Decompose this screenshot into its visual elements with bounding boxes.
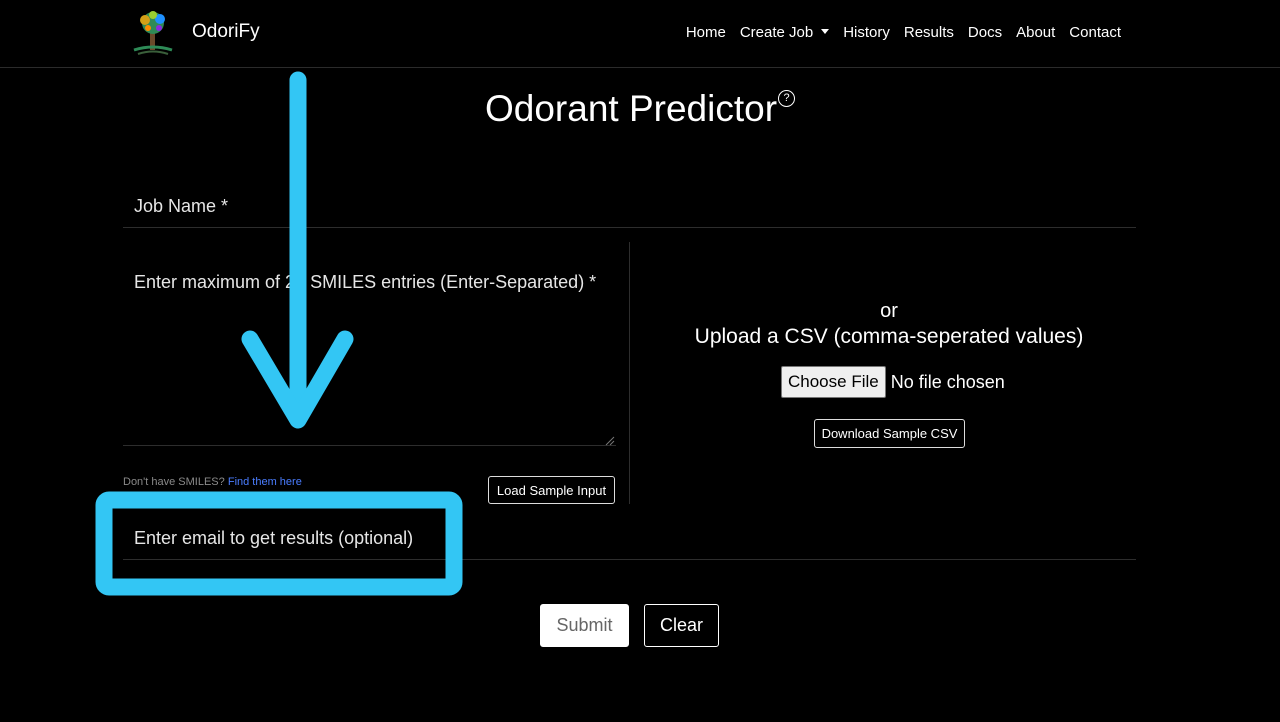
- email-input[interactable]: [123, 518, 1136, 560]
- nav-about[interactable]: About: [1009, 24, 1062, 41]
- smiles-textarea[interactable]: [123, 264, 616, 446]
- load-sample-input-button[interactable]: Load Sample Input: [488, 476, 615, 504]
- page-title-text: Odorant Predictor: [484, 88, 778, 129]
- tree-logo-icon: [133, 11, 173, 55]
- navbar: OdoriFy Home Create Job History Results …: [0, 0, 1280, 68]
- nav-create-job[interactable]: Create Job: [733, 24, 836, 41]
- smiles-helper-text: Don't have SMILES? Find them here: [123, 476, 302, 488]
- nav-contact[interactable]: Contact: [1062, 24, 1128, 41]
- nav-create-job-label: Create Job: [739, 24, 814, 41]
- file-input[interactable]: Choose File No file chosen: [781, 366, 1005, 398]
- nav-docs[interactable]: Docs: [961, 24, 1009, 41]
- page-title: Odorant Predictor?: [0, 88, 1280, 130]
- nav-menu: Home Create Job History Results Docs Abo…: [679, 24, 1128, 41]
- file-status: No file chosen: [890, 371, 1005, 392]
- find-smiles-link[interactable]: Find them here: [228, 476, 302, 488]
- caret-down-icon: [821, 29, 830, 34]
- job-name-input[interactable]: [123, 186, 1136, 228]
- upload-csv-label: Upload a CSV (comma-seperated values): [694, 325, 1084, 348]
- brand[interactable]: OdoriFy: [128, 8, 260, 58]
- submit-button[interactable]: Submit: [540, 604, 629, 647]
- helper-text: Don't have SMILES?: [123, 476, 225, 488]
- download-sample-csv-button[interactable]: Download Sample CSV: [814, 419, 965, 448]
- help-icon[interactable]: ?: [778, 90, 796, 107]
- clear-button[interactable]: Clear: [644, 604, 719, 647]
- column-divider: [629, 242, 630, 504]
- nav-history[interactable]: History: [836, 24, 897, 41]
- choose-file-button[interactable]: Choose File: [781, 366, 886, 398]
- or-separator: or: [880, 300, 898, 322]
- resize-grip-icon[interactable]: [605, 436, 615, 446]
- nav-results[interactable]: Results: [897, 24, 961, 41]
- nav-home[interactable]: Home: [679, 24, 733, 41]
- brand-name: OdoriFy: [192, 21, 260, 42]
